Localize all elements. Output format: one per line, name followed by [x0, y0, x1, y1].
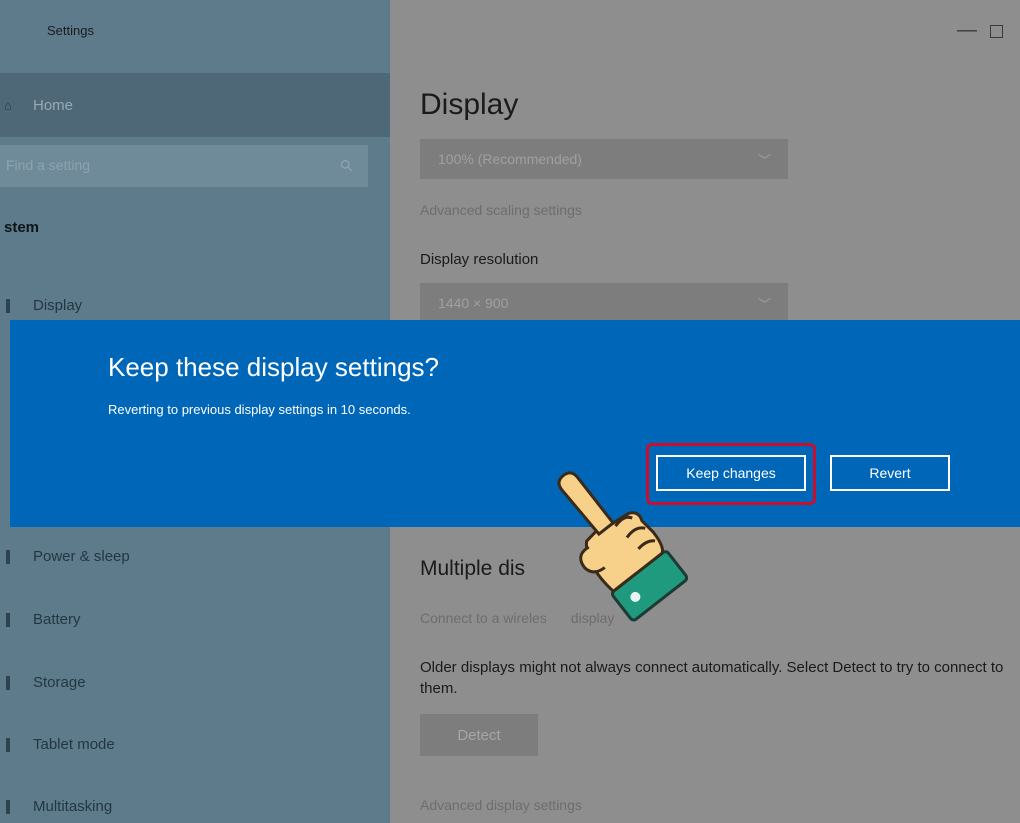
minimize-button[interactable]: — — [957, 19, 977, 42]
scale-value: 100% (Recommended) — [438, 151, 582, 167]
revert-button[interactable]: Revert — [830, 455, 950, 491]
chevron-down-icon: ﹀ — [758, 153, 772, 168]
sidebar-item-display[interactable]: Display — [33, 297, 82, 314]
advanced-scaling-link[interactable]: Advanced scaling settings — [420, 202, 582, 218]
search-placeholder: Find a setting — [6, 157, 91, 173]
window-title: Settings — [47, 23, 94, 38]
power-icon — [6, 550, 10, 564]
advanced-display-link[interactable]: Advanced display settings — [420, 797, 582, 813]
display-icon — [6, 299, 10, 313]
sidebar-item-multitasking[interactable]: Multitasking — [33, 798, 112, 815]
chevron-down-icon: ﹀ — [758, 297, 772, 312]
dialog-subtitle: Reverting to previous display settings i… — [108, 402, 411, 417]
resolution-value: 1440 × 900 — [438, 295, 509, 311]
page-title: Display — [420, 88, 519, 121]
section-label: stem — [4, 219, 40, 236]
storage-icon — [6, 676, 10, 690]
wireless-link-head: Connect to a wireles — [420, 610, 547, 626]
sidebar-item-battery[interactable]: Battery — [33, 611, 81, 628]
sidebar-item-storage[interactable]: Storage — [33, 674, 86, 691]
older-displays-text: Older displays might not always connect … — [420, 659, 1004, 697]
battery-icon — [6, 613, 10, 627]
multiple-displays-title: Multiple dis — [420, 557, 526, 580]
sidebar-item-power-sleep[interactable]: Power & sleep — [33, 548, 130, 565]
dialog-title: Keep these display settings? — [108, 352, 439, 382]
pointing-hand-icon — [557, 471, 689, 622]
resolution-label: Display resolution — [420, 251, 539, 268]
detect-button[interactable]: Detect — [420, 714, 538, 756]
sidebar-item-tablet-mode[interactable]: Tablet mode — [33, 736, 115, 753]
home-icon: ⌂ — [4, 98, 12, 113]
maximize-button[interactable] — [990, 25, 1003, 38]
multitasking-icon — [6, 800, 10, 814]
tablet-icon — [6, 738, 10, 752]
home-label: Home — [33, 97, 74, 114]
